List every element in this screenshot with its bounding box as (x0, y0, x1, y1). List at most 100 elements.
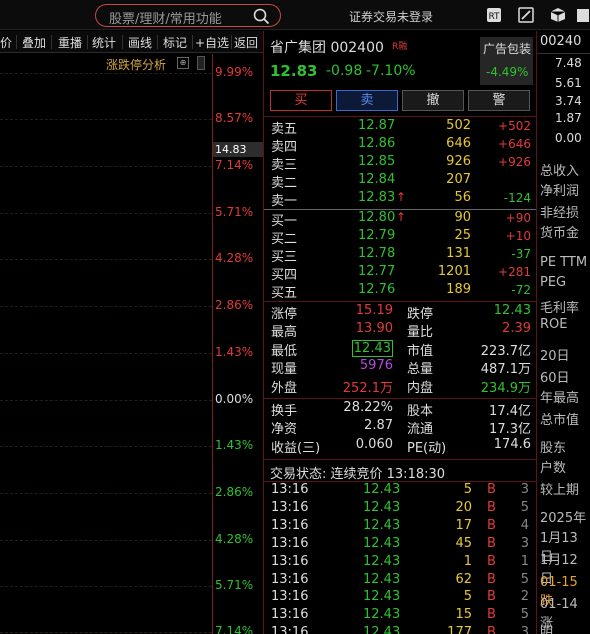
sector-change: -4.49% (486, 65, 529, 79)
side-info-label: 毛利率 (540, 301, 580, 316)
toolbar-divider (157, 35, 158, 49)
stat-value: 2.87 (364, 418, 393, 433)
book-level-label: 卖四 (271, 140, 298, 155)
book-level-label: 卖五 (271, 122, 298, 137)
toolbar-add-watchlist[interactable]: +自选 (195, 34, 229, 51)
pct-axis-label: 1.43% (215, 345, 254, 359)
sector-box[interactable]: 广告包装 -4.49% (480, 37, 533, 85)
book-volume: 646 (446, 136, 471, 151)
limit-analysis-label[interactable]: 涨跌停分析 (106, 56, 166, 73)
book-volume: 25 (454, 228, 471, 243)
book-volume-change: +90 (505, 211, 531, 225)
book-level-label: 买四 (271, 268, 298, 283)
book-icon[interactable] (576, 7, 590, 23)
edit-icon[interactable] (518, 7, 534, 23)
buy-button[interactable]: 买 (270, 90, 332, 111)
tick-direction: B (487, 625, 496, 634)
search-icon[interactable] (253, 8, 270, 25)
pct-axis-label: 9.99% (215, 65, 254, 79)
toolbar-stats[interactable]: 统计 (92, 34, 116, 51)
side-info-label: PEG (540, 275, 567, 290)
stat-value: 15.19 (355, 303, 393, 318)
side-info-label: PE TTM (540, 255, 588, 270)
pct-axis-label: 4.28% (215, 532, 254, 546)
book-volume: 926 (446, 154, 471, 169)
book-price: 12.77 (358, 264, 396, 279)
book-level-label: 买一 (271, 214, 298, 229)
pin-icon[interactable]: ⊕ (177, 57, 189, 69)
toolbar-overlay[interactable]: 叠加 (22, 34, 46, 51)
toolbar-divider (51, 35, 52, 49)
stat-value: 12.43 (493, 303, 531, 318)
tick-time: 13:16 (271, 572, 309, 587)
tick-time: 13:16 (271, 500, 309, 515)
toolbar-replay[interactable]: 重播 (58, 34, 82, 51)
tick-time: 13:16 (271, 625, 309, 634)
tick-time: 13:16 (271, 536, 309, 551)
chart-gridline (0, 73, 212, 74)
pct-axis-label: 4.28% (215, 251, 254, 265)
alert-button[interactable]: 警 (468, 90, 530, 111)
side-info-label: 20日 (540, 349, 570, 364)
tick-volume: 20 (455, 500, 472, 515)
toolbar-divider (192, 35, 193, 49)
toolbar-divider (231, 35, 232, 49)
chart-gridline (0, 632, 212, 633)
side-info-label: 2025年 (540, 511, 587, 526)
toolbar-divider (87, 35, 88, 49)
tick-direction: B (487, 500, 496, 515)
stat-value: 234.9万 (480, 381, 531, 396)
pct-axis-label: 2.86% (215, 298, 254, 312)
toolbar-back[interactable]: 返回 (234, 34, 258, 51)
rt-icon[interactable]: RT (486, 7, 502, 23)
up-arrow-icon: ↑ (396, 210, 407, 224)
book-volume-change: +502 (498, 119, 531, 133)
chart-gridline (0, 166, 212, 167)
divider (264, 398, 536, 399)
scrollbar[interactable] (197, 56, 205, 70)
stat-label: 量比 (407, 325, 434, 340)
pct-axis-label: 1.43% (215, 438, 254, 452)
search-input[interactable]: 股票/理财/常用功能 (109, 8, 222, 27)
box-icon[interactable] (550, 7, 566, 23)
toolbar-mark[interactable]: 标记 (163, 34, 187, 51)
tick-direction: B (487, 554, 496, 569)
book-volume: 502 (446, 118, 471, 133)
side-info-label: ROE (540, 317, 568, 332)
toolbar-draw[interactable]: 画线 (128, 34, 152, 51)
top-bar: 股票/理财/常用功能 证券交易未登录 RT (0, 0, 590, 30)
book-volume-change: +646 (498, 137, 531, 151)
stat-label: 内盘 (407, 381, 434, 396)
chart-gridline (0, 400, 212, 401)
tick-price: 12.43 (363, 500, 401, 515)
side-info-label: 股东 (540, 441, 567, 456)
stat-value: 487.1万 (480, 362, 531, 377)
mini-axis-label: 1.87 (555, 111, 582, 125)
toolbar-price[interactable]: 价 (0, 34, 12, 51)
book-price: 12.86 (358, 136, 396, 151)
stat-label: 涨停 (271, 307, 298, 322)
cancel-order-button[interactable]: 撤 (402, 90, 464, 111)
tick-direction: B (487, 536, 496, 551)
stat-value: 2.39 (502, 321, 531, 336)
tick-volume: 45 (455, 536, 472, 551)
book-volume: 131 (446, 246, 471, 261)
tick-direction: B (487, 607, 496, 622)
book-volume: 90 (454, 210, 471, 225)
tick-price: 12.43 (363, 607, 401, 622)
side-info-label: 较上期 (540, 483, 580, 498)
divider (264, 301, 536, 302)
intraday-chart[interactable] (0, 54, 263, 634)
stat-value: 13.90 (355, 321, 393, 336)
login-status[interactable]: 证券交易未登录 (349, 8, 433, 25)
pct-axis-label: 0.00% (215, 392, 254, 406)
pct-axis-label: 2.86% (215, 485, 254, 499)
side-info-label: 明 (540, 625, 554, 634)
tick-price: 12.43 (363, 482, 401, 497)
toolbar-divider (122, 35, 123, 49)
book-price: 12.85 (358, 154, 396, 169)
search-box[interactable]: 股票/理财/常用功能 (95, 4, 281, 27)
sell-button[interactable]: 卖 (336, 90, 398, 111)
stat-label: 外盘 (271, 381, 298, 396)
tick-time: 13:16 (271, 482, 309, 497)
